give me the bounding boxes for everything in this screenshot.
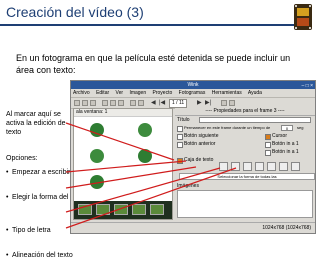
cursor-label: Cursor [272,133,288,139]
window-controls-icon[interactable]: – □ × [302,82,314,90]
prev-button-label: Botón anterior [184,141,216,147]
shape-tool-icon[interactable] [231,162,240,171]
options-label: Opciones: [6,155,38,162]
frames-header: ala ventana: 1 [74,109,172,117]
menu-ayuda[interactable]: Ayuda [248,90,262,96]
pause-input[interactable]: 0 [281,125,293,131]
filmstrip-frame[interactable] [96,204,110,215]
paste-icon[interactable] [118,100,124,106]
align-left-icon[interactable] [255,162,264,171]
font-tool-icon[interactable] [243,162,252,171]
button-right-label: Botón in a 1 [272,149,299,155]
filmstrip-frame[interactable] [114,204,128,215]
next-row: Botón siguiente Cursor [175,132,315,140]
menu-archivo[interactable]: Archivo [73,90,90,96]
next-frame-icon[interactable]: ▶ [197,99,202,107]
filmstrip [74,201,172,219]
frame-thumbnail[interactable] [84,123,110,141]
text-tool-icon[interactable] [219,162,228,171]
title-label: Título [177,117,190,123]
prev-frame-icon[interactable]: ◀ [151,99,156,107]
menubar: Archivo Editar Ver Imagen Proyecto Fotog… [71,89,315,97]
wink-window: Wink – □ × Archivo Editar Ver Imagen Pro… [70,80,316,234]
first-frame-icon[interactable]: |◀ [159,99,165,107]
align-center-icon[interactable] [267,162,276,171]
images-label: Imágenes [177,183,199,189]
preview-icon[interactable] [229,100,235,106]
prev-row: Botón anterior Botón in a 1 [175,140,315,148]
menu-editar[interactable]: Editar [96,90,109,96]
statusbar: 1024x768 (1024x768) [71,222,315,233]
redo-icon[interactable] [138,100,144,106]
next-button-label: Botón siguiente [184,133,219,139]
menu-fotogramas[interactable]: Fotogramas [179,90,206,96]
frame-thumbnail[interactable] [84,175,110,193]
button-row: Botón in a 1 [175,148,315,156]
menu-proyecto[interactable]: Proyecto [153,90,173,96]
frame-thumbnail[interactable] [132,123,158,141]
shape-selector[interactable]: Seleccionar la forma de todas las [179,173,315,180]
frames-pane: ala ventana: 1 [73,108,173,220]
save-icon[interactable] [90,100,96,106]
film-reel-icon [294,4,312,30]
render-icon[interactable] [221,100,227,106]
window-title: Wink [187,82,199,88]
filmstrip-frame[interactable] [78,204,92,215]
menu-ver[interactable]: Ver [116,90,124,96]
menu-imagen[interactable]: Imagen [129,90,146,96]
text-options: Seleccionar la forma de todas las [177,162,315,182]
window-titlebar: Wink – □ × [71,81,315,89]
pause-row: Permanecer en este frame durante un tiem… [175,124,315,132]
properties-pane: ---- Propiedades para el frame 3 ---- Tí… [175,108,315,220]
slide-title: Creación del vídeo (3) [6,4,144,20]
filmstrip-frame[interactable] [150,204,164,215]
copy-icon[interactable] [110,100,116,106]
frame-thumbnail[interactable] [132,149,158,167]
cut-icon[interactable] [102,100,108,106]
open-icon[interactable] [82,100,88,106]
title-row: Título [175,116,315,124]
undo-icon[interactable] [130,100,136,106]
pause-unit: seg [297,125,304,130]
images-area[interactable] [177,190,313,218]
new-icon[interactable] [74,100,80,106]
color-icon[interactable] [291,162,300,171]
last-frame-icon[interactable]: ▶| [205,99,211,107]
title-underline [0,24,300,26]
properties-header: ---- Propiedades para el frame 3 ---- [175,108,315,116]
menu-herramientas[interactable]: Herramientas [212,90,242,96]
status-resolution: 1024x768 (1024x768) [262,225,311,231]
side-note: Al marcar aquí se activa la edición de t… [6,111,66,136]
option-alignment: Alineación del texto [6,251,84,260]
frame-counter[interactable]: 1 / 11 [169,99,188,108]
button-left-label: Botón in a 1 [272,141,299,147]
filmstrip-frame[interactable] [132,204,146,215]
pause-label: Permanecer en este frame durante un tiem… [184,125,271,130]
frame-thumbnail[interactable] [84,149,110,167]
intro-text: En un fotograma en que la película esté … [16,53,291,75]
title-input[interactable] [199,117,311,123]
align-right-icon[interactable] [279,162,288,171]
